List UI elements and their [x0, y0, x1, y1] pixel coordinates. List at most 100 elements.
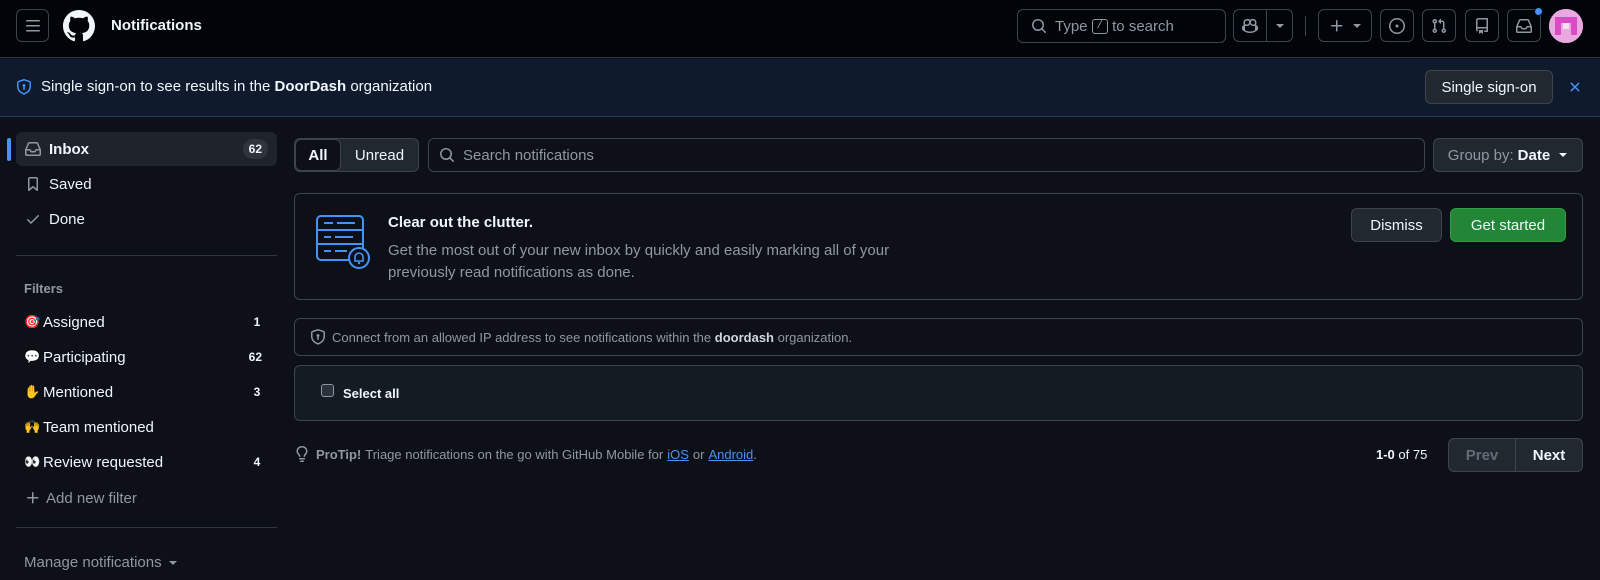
filter-review-requested[interactable]: 👀 Review requested 4	[16, 445, 277, 479]
hamburger-icon	[25, 19, 40, 31]
light-bulb-icon	[296, 446, 308, 462]
inbox-promo-card: Clear out the clutter. Get the most out …	[294, 193, 1583, 300]
add-filter-label: Add new filter	[46, 489, 137, 507]
count-badge: 62	[242, 139, 268, 159]
toolbar-divider	[1305, 16, 1306, 36]
filter-label: Review requested	[43, 453, 164, 471]
select-all-checkbox[interactable]	[321, 384, 334, 397]
group-by-label: Group by:	[1447, 146, 1514, 164]
manage-notifications-label: Manage notifications	[24, 554, 162, 571]
filter-mentioned[interactable]: ✋ Mentioned 3	[16, 375, 277, 409]
dart-icon: 🎯	[24, 314, 41, 329]
tab-unread[interactable]: Unread	[341, 139, 418, 171]
filter-label: Assigned	[43, 313, 105, 331]
global-search[interactable]: Type / to search	[1017, 9, 1226, 43]
protip: ProTip! Triage notifications on the go w…	[294, 446, 757, 462]
raised-hand-icon: ✋	[24, 384, 41, 399]
notifications-search-input[interactable]: Search notifications	[428, 138, 1425, 172]
promo-body-line: Get the most out of your new inbox by qu…	[388, 242, 890, 259]
sidebar-item-saved[interactable]: Saved	[16, 167, 277, 201]
promo-body: Get the most out of your new inbox by qu…	[388, 240, 889, 284]
tab-all[interactable]: All	[295, 139, 341, 171]
next-button[interactable]: Next	[1516, 439, 1582, 471]
chevron-down-icon	[1276, 23, 1284, 28]
count-badge: 3	[246, 382, 268, 402]
ios-link[interactable]: iOS	[667, 447, 689, 462]
ip-notice-suffix: organization.	[777, 329, 853, 345]
chevron-down-icon	[168, 560, 177, 565]
create-new-button[interactable]	[1318, 9, 1372, 42]
avatar[interactable]	[1549, 9, 1583, 43]
inbox-icon	[25, 142, 41, 156]
count-badge: 62	[242, 347, 268, 367]
git-pull-request-icon	[1432, 18, 1447, 33]
page-title: Notifications	[111, 17, 202, 34]
protip-label: ProTip!	[316, 446, 362, 462]
promo-title: Clear out the clutter.	[388, 214, 534, 231]
github-mark-icon	[63, 10, 95, 42]
filter-team-mentioned[interactable]: 🙌 Team mentioned	[16, 410, 277, 444]
filter-participating[interactable]: 💬 Participating 62	[16, 340, 277, 374]
count-badge: 1	[246, 312, 268, 332]
check-icon	[27, 215, 39, 224]
repo-icon	[1476, 17, 1488, 34]
read-state-tabs: All Unread	[294, 138, 419, 172]
inbox-illustration-icon	[316, 215, 370, 269]
sidebar-item-done[interactable]: Done	[16, 202, 277, 236]
ip-notice-org: doordash	[714, 329, 774, 345]
search-icon	[1032, 19, 1046, 33]
close-icon[interactable]	[1567, 79, 1583, 95]
promo-body-line: previously read notifications as done.	[388, 264, 635, 281]
prev-button[interactable]: Prev	[1449, 439, 1516, 471]
shield-icon	[17, 79, 31, 95]
github-logo[interactable]	[63, 10, 95, 42]
ip-notice: Connect from an allowed IP address to se…	[294, 318, 1583, 356]
issues-button[interactable]	[1380, 9, 1414, 42]
single-sign-on-button[interactable]: Single sign-on	[1425, 70, 1553, 104]
repositories-button[interactable]	[1465, 9, 1499, 42]
issue-opened-icon	[1389, 17, 1405, 34]
sso-text: Single sign-on to see results in the	[41, 78, 271, 95]
identicon-icon	[1549, 9, 1583, 43]
copilot-icon	[1242, 18, 1258, 33]
android-link[interactable]: Android	[708, 447, 753, 462]
filter-label: Team mentioned	[43, 418, 154, 436]
search-prefix: Type	[1055, 17, 1088, 35]
bookmark-icon	[28, 177, 38, 192]
search-icon	[440, 148, 454, 162]
sidebar-item-label: Done	[49, 210, 85, 228]
filter-assigned[interactable]: 🎯 Assigned 1	[16, 305, 277, 339]
range-value: 1-0	[1376, 447, 1395, 462]
protip-or: or	[692, 446, 705, 462]
sidebar-item-label: Saved	[49, 175, 92, 193]
copilot-button[interactable]	[1233, 9, 1293, 42]
manage-notifications-button[interactable]: Manage notifications	[24, 554, 178, 571]
dismiss-button[interactable]: Dismiss	[1351, 208, 1442, 242]
filter-label: Participating	[43, 348, 126, 366]
range-total: of 75	[1398, 447, 1428, 462]
sso-org-name: DoorDash	[274, 78, 347, 95]
get-started-button[interactable]: Get started	[1450, 208, 1566, 242]
search-suffix: to search	[1112, 17, 1174, 35]
filters-heading: Filters	[24, 281, 64, 296]
notifications-list-header: Select all	[294, 365, 1583, 421]
pull-requests-button[interactable]	[1422, 9, 1456, 42]
group-by-value: Date	[1517, 146, 1551, 164]
add-filter-button[interactable]: Add new filter	[16, 481, 277, 515]
inbox-button[interactable]	[1507, 7, 1543, 42]
chevron-down-icon	[1559, 153, 1568, 157]
pagination-range: 1-0 of 75	[1376, 447, 1427, 462]
menu-button[interactable]	[16, 9, 49, 42]
select-all-label: Select all	[343, 386, 400, 401]
sidebar-item-inbox[interactable]: Inbox 62	[16, 132, 277, 166]
plus-icon	[1331, 19, 1343, 31]
selected-indicator	[7, 138, 11, 161]
sidebar-divider	[16, 255, 277, 256]
sso-message: Single sign-on to see results in the Doo…	[41, 78, 432, 95]
shield-icon	[311, 329, 325, 345]
search-placeholder: Search notifications	[463, 146, 594, 164]
unread-dot	[1534, 7, 1543, 16]
group-by-dropdown[interactable]: Group by: Date	[1433, 138, 1583, 172]
plus-icon	[27, 492, 39, 504]
sidebar-divider	[16, 527, 277, 528]
